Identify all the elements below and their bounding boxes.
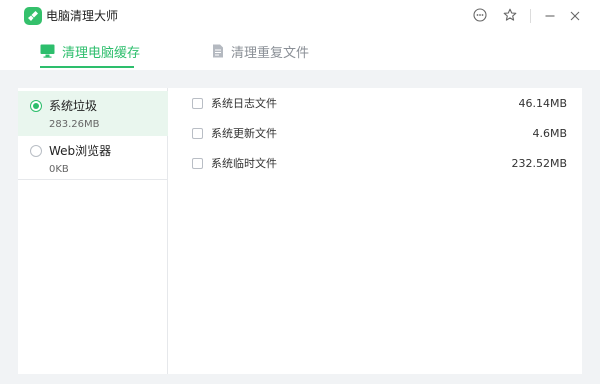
category-divider — [18, 179, 168, 180]
minimize-button[interactable] — [540, 6, 560, 26]
category-system-junk[interactable]: 系统垃圾 283.26MB — [18, 91, 168, 136]
item-system-update-files[interactable]: 系统更新文件 4.6MB — [168, 119, 582, 149]
item-checkbox[interactable] — [192, 128, 203, 139]
item-label: 系统日志文件 — [211, 97, 277, 110]
category-size: 283.26MB — [49, 119, 100, 130]
item-label: 系统临时文件 — [211, 157, 277, 170]
category-list: 系统垃圾 283.26MB Web浏览器 0KB — [18, 88, 168, 374]
item-label: 系统更新文件 — [211, 127, 277, 140]
tab-clean-cache[interactable]: 清理电脑缓存 — [40, 32, 140, 70]
category-size: 0KB — [49, 164, 69, 175]
item-size: 232.52MB — [511, 157, 567, 170]
broom-icon — [24, 7, 42, 25]
category-web-browser[interactable]: Web浏览器 0KB — [18, 136, 168, 181]
app-title: 电脑清理大师 — [46, 9, 119, 23]
item-size: 46.14MB — [518, 97, 567, 110]
item-system-log-files[interactable]: 系统日志文件 46.14MB — [168, 89, 582, 119]
category-radio[interactable] — [30, 100, 42, 112]
cleanup-panel: 系统垃圾 283.26MB Web浏览器 0KB 系统日志文件 46.14MB … — [18, 88, 582, 374]
item-size: 4.6MB — [532, 127, 567, 140]
tab-label: 清理电脑缓存 — [62, 45, 141, 61]
favorite-button[interactable] — [500, 6, 520, 26]
item-system-temp-files[interactable]: 系统临时文件 232.52MB — [168, 149, 582, 179]
item-checkbox[interactable] — [192, 98, 203, 109]
document-icon — [212, 44, 224, 58]
close-button[interactable] — [565, 6, 585, 26]
monitor-icon — [40, 44, 55, 58]
minimize-icon — [544, 7, 556, 26]
star-icon — [503, 7, 517, 26]
category-radio[interactable] — [30, 145, 42, 157]
category-label: Web浏览器 — [49, 144, 112, 158]
feedback-button[interactable] — [470, 6, 490, 26]
item-checkbox[interactable] — [192, 158, 203, 169]
title-separator — [530, 9, 531, 23]
close-icon — [569, 7, 581, 26]
chat-bubble-icon — [473, 7, 487, 26]
title-bar: 电脑清理大师 — [0, 0, 600, 32]
category-label: 系统垃圾 — [49, 99, 98, 113]
tab-label: 清理重复文件 — [231, 45, 310, 61]
tab-clean-duplicates[interactable]: 清理重复文件 — [212, 32, 309, 70]
tab-bar: 清理电脑缓存 清理重复文件 — [0, 32, 600, 70]
active-tab-indicator — [40, 66, 134, 68]
